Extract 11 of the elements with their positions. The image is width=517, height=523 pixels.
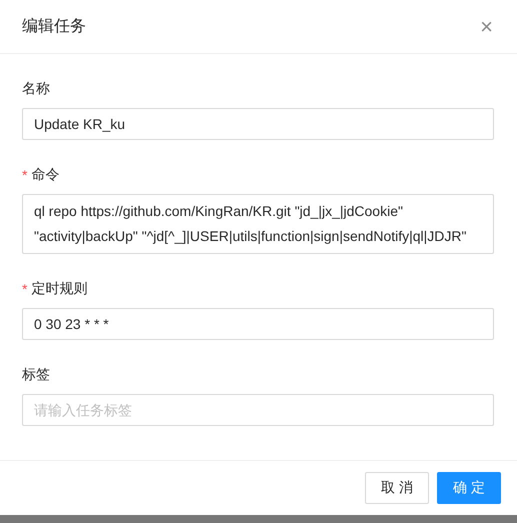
cancel-button[interactable]: 取 消 — [365, 472, 430, 504]
required-mark: * — [22, 281, 28, 297]
input-field[interactable]: 0 30 23 * * * — [22, 308, 494, 340]
field-label: 命令 — [31, 166, 60, 184]
dialog-title: 编辑任务 — [22, 16, 86, 37]
textarea-field[interactable]: ql repo https://github.com/KingRan/KR.git "jd_|jx_|jdCookie" "activity|backUp" "^jd[^_]|USER|utils|function|sign|sendNotify|ql|JDJR" — [22, 194, 494, 254]
field-label: 定时规则 — [31, 280, 88, 298]
required-mark: * — [22, 167, 28, 183]
input-field[interactable]: Update KR_ku — [22, 108, 494, 140]
field-label: 名称 — [22, 80, 50, 98]
field-label: 标签 — [22, 366, 50, 384]
